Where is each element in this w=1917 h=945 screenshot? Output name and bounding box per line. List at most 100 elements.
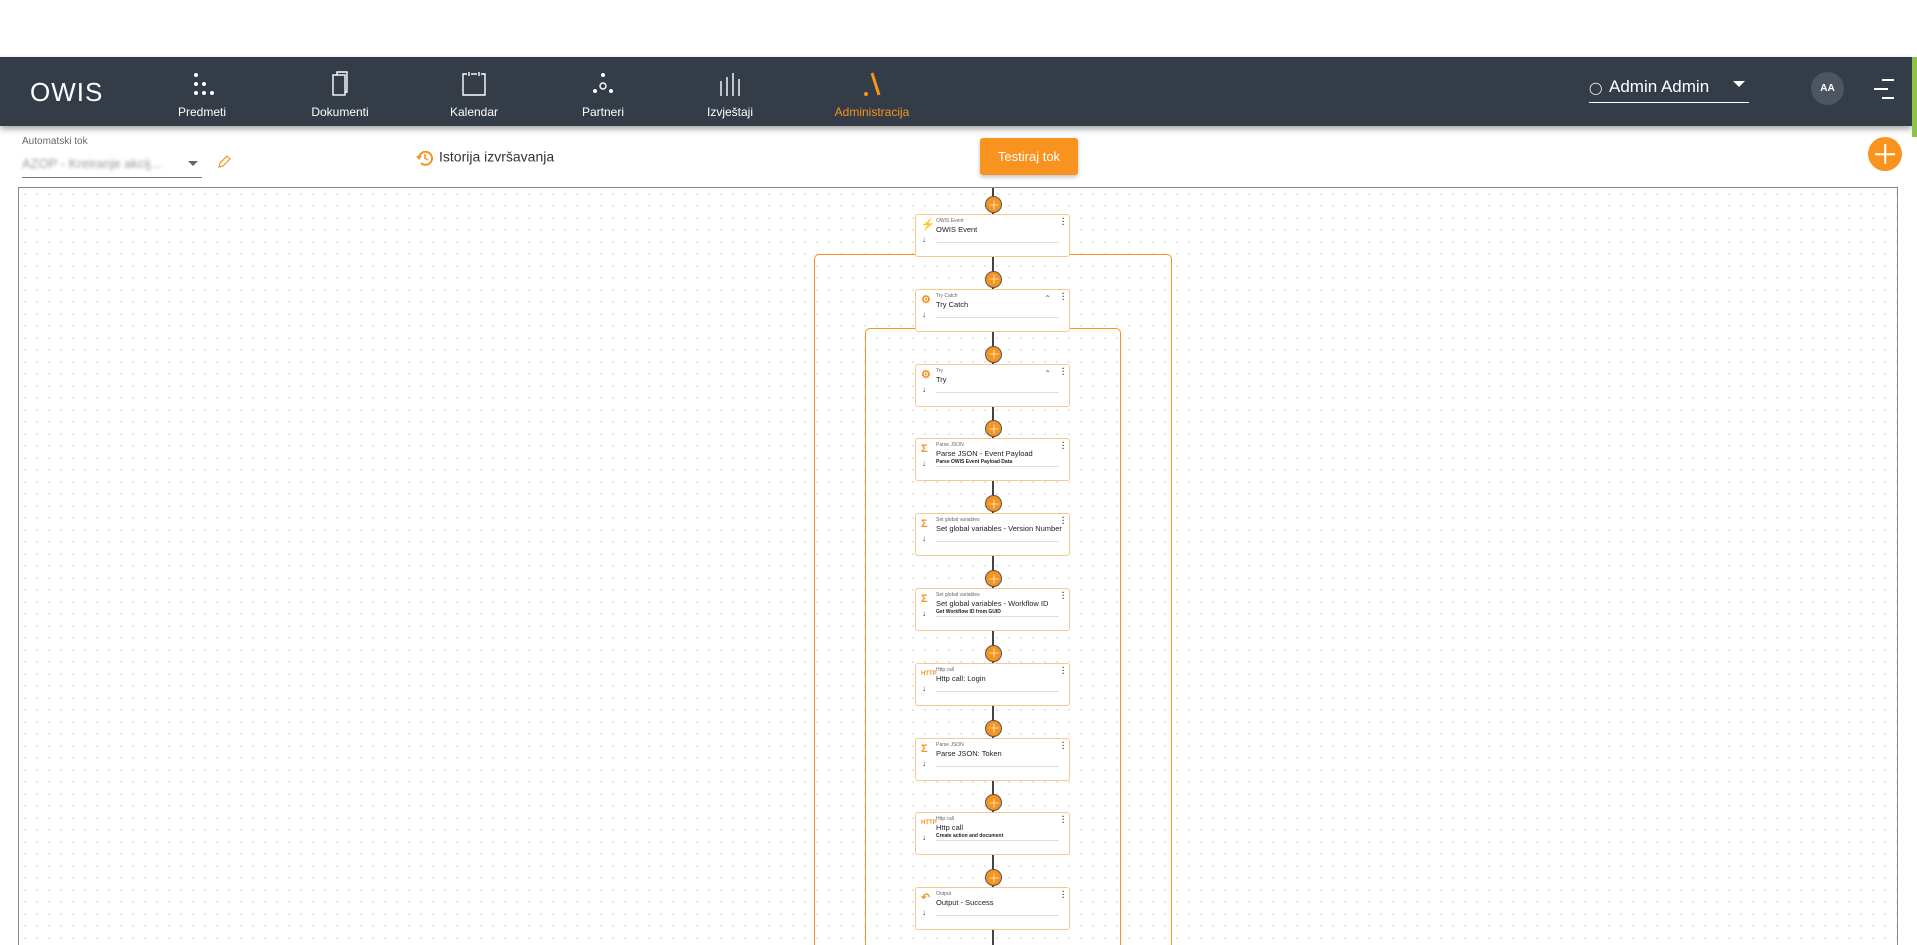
node-type: OWIS Event — [936, 218, 964, 224]
calendar-icon — [460, 71, 488, 97]
arrow-down-icon: ↓ — [922, 384, 926, 394]
flow-node[interactable]: HTTP Http call Http call: Login ↓ · · · — [915, 662, 1070, 706]
more-options-icon[interactable]: · · · — [1062, 514, 1065, 528]
more-options-icon[interactable]: · · · — [1062, 663, 1065, 677]
more-options-icon[interactable]: · · · — [1062, 589, 1065, 603]
nav-item-dokumenti[interactable]: Dokumenti — [275, 57, 405, 126]
divider — [936, 690, 1059, 692]
node-title: Try — [936, 374, 947, 384]
flow-canvas[interactable]: ⚡ OWIS Event OWIS Event ↓ · · · ⚙ Try Catc… — [18, 187, 1898, 945]
add-step-button[interactable] — [985, 570, 1002, 587]
divider — [936, 466, 1059, 468]
flow-node[interactable]: Σ Parse JSON Parse JSON: Token ↓ · · · — [915, 737, 1070, 781]
flow-node[interactable]: Σ Set global variables Set global variab… — [915, 513, 1070, 557]
arrow-down-icon: ↓ — [922, 309, 926, 319]
add-button[interactable] — [1868, 137, 1902, 171]
add-step-button[interactable] — [985, 719, 1002, 737]
more-options-icon[interactable]: · · · — [1062, 738, 1065, 752]
divider — [936, 541, 1059, 543]
more-options-icon[interactable]: · · · — [1062, 888, 1065, 902]
gear-icon: ⚙ — [921, 293, 931, 306]
nav-item-predmeti[interactable]: Predmeti — [137, 57, 267, 126]
divider — [936, 840, 1059, 842]
more-options-icon[interactable]: · · · — [1062, 215, 1065, 229]
chevron-up-icon[interactable]: ⌃ — [1044, 369, 1051, 378]
node-title: Set global variables - Version Number — [936, 524, 1062, 534]
nav-item-administracija[interactable]: Administracija — [807, 57, 937, 126]
scrollbar[interactable] — [1912, 57, 1917, 137]
nav-item-izvještaji[interactable]: Izvještaji — [665, 57, 795, 126]
user-dropdown[interactable]: ◯ Admin Admin — [1589, 75, 1749, 103]
flow-node[interactable]: ⚡ OWIS Event OWIS Event ↓ · · · — [915, 214, 1070, 257]
chevron-up-icon[interactable]: ⌃ — [1044, 294, 1051, 303]
node-subtitle: Get Workflow ID from GUID — [936, 609, 1001, 615]
more-options-icon[interactable]: · · · — [1062, 364, 1065, 378]
node-type: Set global variables — [936, 517, 980, 524]
test-flow-button[interactable]: Testiraj tok — [980, 138, 1078, 175]
more-options-icon[interactable]: · · · — [1062, 439, 1065, 453]
node-type: Http call — [936, 666, 955, 673]
pencil-icon[interactable] — [216, 154, 232, 170]
add-step-button[interactable] — [985, 270, 1002, 288]
node-title: Try Catch — [936, 299, 969, 309]
history-label: Istorija izvršavanja — [439, 148, 555, 165]
node-title: OWIS Event — [936, 225, 978, 234]
sigma-icon: Σ — [921, 518, 928, 531]
flow-node[interactable]: ↶ Output Output - Success ↓ · · · — [915, 887, 1070, 931]
reply-icon: ↶ — [921, 892, 931, 905]
more-options-icon[interactable]: · · · — [1062, 289, 1065, 303]
flow-node[interactable]: HTTP Http call Http call Create action a… — [915, 812, 1070, 856]
node-subtitle: Create action and document — [936, 833, 1004, 840]
user-icon: ◯ — [1589, 81, 1603, 95]
flow-node[interactable]: ⚙ Try Catch Try Catch ↓ ⌃ · · · — [915, 288, 1070, 332]
node-type: Try — [936, 367, 944, 374]
add-step-button[interactable] — [985, 644, 1002, 662]
add-step-button[interactable] — [985, 196, 1002, 213]
flow-select[interactable]: AZOP - Kreiranje akcij... — [22, 150, 202, 178]
arrow-down-icon: ↓ — [922, 683, 926, 693]
divider — [936, 316, 1059, 318]
nav-item-label: Kalendar — [449, 105, 499, 119]
node-title: Http call — [936, 823, 964, 833]
node-title: Set global variables - Workflow ID — [936, 599, 1049, 608]
gear-icon: ⚙ — [921, 368, 931, 381]
execution-history-button[interactable]: Istorija izvršavanja — [415, 148, 554, 168]
top-nav-bar: OWIS Predmeti Dokumenti Kalendar Partneri Iz… — [0, 57, 1912, 126]
node-subtitle: Parse OWIS Event Payload Data — [936, 459, 1013, 466]
http-icon: HTTP — [921, 670, 937, 677]
http-icon: HTTP — [921, 820, 937, 827]
sigma-icon: Σ — [921, 742, 928, 755]
add-step-button[interactable] — [985, 345, 1002, 363]
arrow-down-icon: ↓ — [922, 459, 926, 469]
dots-grid-icon — [188, 71, 216, 97]
arrow-down-icon: ↓ — [922, 534, 926, 544]
node-type: Set global variables — [936, 592, 980, 598]
bolt-icon: ⚡ — [921, 219, 935, 231]
chevron-down-icon — [188, 161, 198, 166]
flow-node[interactable]: ⚙ Try Try ↓ ⌃ · · · — [915, 363, 1070, 407]
nav-item-label: Izvještaji — [706, 105, 753, 119]
documents-icon — [326, 71, 354, 97]
nav-item-kalendar[interactable]: Kalendar — [409, 57, 539, 126]
node-type: Try Catch — [936, 292, 958, 299]
partners-icon — [589, 71, 617, 97]
owis-logo[interactable]: OWIS — [30, 77, 103, 108]
nav-item-label: Partneri — [581, 105, 625, 119]
arrow-down-icon: ↓ — [922, 758, 926, 768]
menu-icon[interactable] — [1874, 77, 1896, 101]
arrow-down-icon: ↓ — [922, 235, 926, 244]
flow-node[interactable]: Σ Parse JSON Parse JSON - Event Payload … — [915, 438, 1070, 482]
arrow-down-icon: ↓ — [922, 833, 926, 843]
divider — [936, 242, 1059, 243]
arrow-down-icon: ↓ — [922, 908, 926, 918]
divider — [936, 391, 1059, 393]
node-title: Parse JSON - Event Payload — [936, 449, 1033, 459]
avatar[interactable]: AA — [1811, 72, 1844, 105]
more-options-icon[interactable]: · · · — [1062, 813, 1065, 827]
node-title: Output - Success — [936, 898, 994, 908]
nav-item-partneri[interactable]: Partneri — [538, 57, 668, 126]
history-icon — [416, 150, 433, 166]
divider — [936, 616, 1059, 617]
chevron-down-icon — [1733, 81, 1745, 87]
flow-node[interactable]: Σ Set global variables Set global variab… — [915, 588, 1070, 631]
